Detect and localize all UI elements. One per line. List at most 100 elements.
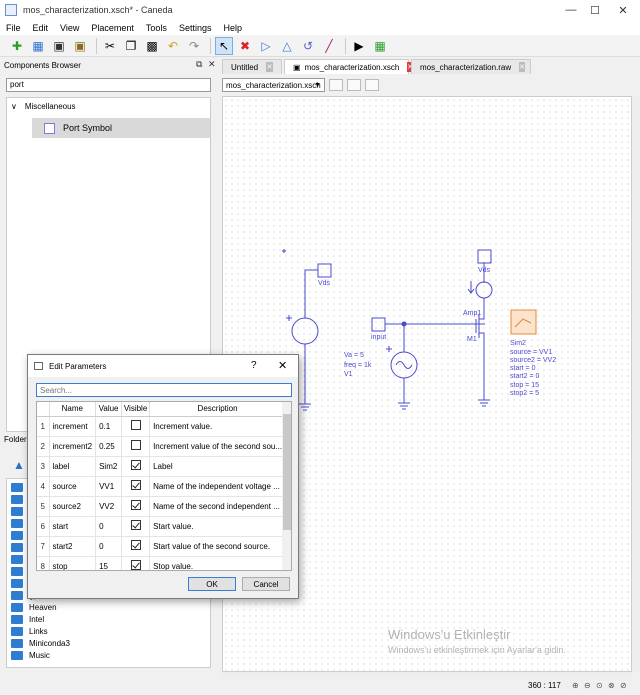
open-folder-icon[interactable]: ▦ — [29, 37, 47, 55]
param-value-cell[interactable]: 0.25 — [95, 436, 123, 457]
param-name-cell[interactable]: label — [49, 456, 97, 477]
copy-icon[interactable]: ❐ — [122, 37, 140, 55]
param-description-cell[interactable]: Label — [149, 456, 287, 477]
undo-icon[interactable]: ↶ — [164, 37, 182, 55]
column-header-name[interactable]: Name — [49, 402, 97, 417]
menu-edit[interactable]: Edit — [33, 23, 49, 33]
tab-untitled[interactable]: Untitled ✕ — [222, 59, 282, 74]
save-icon[interactable]: ▣ — [50, 37, 68, 55]
param-value-cell[interactable]: VV2 — [95, 496, 123, 517]
list-item[interactable]: Heaven — [11, 603, 57, 612]
tree-item-port-symbol[interactable]: Port Symbol — [32, 118, 210, 138]
list-item[interactable]: Miniconda3 — [11, 639, 70, 648]
param-name-cell[interactable]: stop — [49, 556, 97, 570]
table-row[interactable]: 1 increment 0.1 Increment value. — [37, 416, 287, 437]
folder-up-icon[interactable]: ▲ — [10, 456, 28, 474]
table-row[interactable]: 7 start2 0 Start value of the second source… — [37, 536, 287, 557]
visible-checkbox[interactable] — [130, 500, 141, 510]
split-vertical-icon[interactable] — [347, 79, 361, 91]
redo-icon[interactable]: ↷ — [185, 37, 203, 55]
tab-mos-characterization-xsch[interactable]: ▣mos_characterization.xsch✕ — [284, 59, 414, 74]
param-value-cell[interactable]: 0.1 — [95, 416, 123, 437]
param-name-cell[interactable]: start2 — [49, 536, 97, 557]
menu-view[interactable]: View — [60, 23, 79, 33]
param-name-cell[interactable]: increment2 — [49, 436, 97, 457]
mirror-y-icon[interactable]: △ — [278, 37, 296, 55]
close-panel-icon[interactable]: ✕ — [208, 59, 216, 70]
ok-button[interactable]: OK — [188, 577, 236, 591]
param-value-cell[interactable]: 0 — [95, 516, 123, 537]
visible-checkbox[interactable] — [130, 440, 141, 450]
new-file-icon[interactable]: ✚ — [8, 37, 26, 55]
table-row[interactable]: 8 stop 15 Stop value. — [37, 556, 287, 570]
save-as-icon[interactable]: ▣ — [71, 37, 89, 55]
table-row[interactable]: 3 label Sim2 Label — [37, 456, 287, 477]
table-scrollbar[interactable] — [282, 402, 291, 570]
param-description-cell[interactable]: Start value of the second source. — [149, 536, 287, 557]
split-horizontal-icon[interactable] — [329, 79, 343, 91]
table-row[interactable]: 5 source2 VV2 Name of the second independen… — [37, 496, 287, 517]
zoom-in-icon[interactable]: ⊕ — [572, 681, 579, 690]
open-waveform-icon[interactable]: ▦ — [371, 37, 389, 55]
menu-help[interactable]: Help — [223, 23, 242, 33]
visible-checkbox[interactable] — [130, 460, 141, 470]
param-description-cell[interactable]: Name of the second independent ... — [149, 496, 287, 517]
table-row[interactable]: 4 source VV1 Name of the independent voltag… — [37, 476, 287, 497]
file-select[interactable]: mos_characterization.xsch ▼ — [222, 78, 325, 92]
cut-icon[interactable]: ✂ — [101, 37, 119, 55]
param-name-cell[interactable]: source — [49, 476, 97, 497]
close-tab-icon[interactable]: ✕ — [519, 62, 526, 72]
parameter-search-input[interactable] — [36, 383, 292, 397]
wire-icon[interactable]: ╱ — [320, 37, 338, 55]
close-split-icon[interactable] — [365, 79, 379, 91]
column-header-description[interactable]: Description — [149, 402, 287, 417]
column-header-value[interactable]: Value — [95, 402, 123, 417]
param-description-cell[interactable]: Name of the independent voltage ... — [149, 476, 287, 497]
param-name-cell[interactable]: start — [49, 516, 97, 537]
help-button[interactable]: ? — [251, 360, 257, 371]
close-window-button[interactable]: ✕ — [600, 0, 640, 20]
visible-checkbox[interactable] — [130, 480, 141, 490]
visible-checkbox[interactable] — [130, 540, 141, 550]
param-value-cell[interactable]: Sim2 — [95, 456, 123, 477]
zoom-reset-icon[interactable]: ⊗ — [608, 681, 615, 690]
simulate-icon[interactable]: ▶ — [350, 37, 368, 55]
chevron-down-icon[interactable]: ∨ — [11, 102, 17, 111]
param-name-cell[interactable]: source2 — [49, 496, 97, 517]
visible-checkbox[interactable] — [130, 560, 141, 570]
vertical-scrollbar[interactable] — [632, 96, 640, 672]
tab-mos-characterization-raw[interactable]: mos_characterization.raw ✕ — [411, 59, 531, 74]
table-row[interactable]: 2 increment2 0.25 Increment value of the se… — [37, 436, 287, 457]
visible-checkbox[interactable] — [130, 520, 141, 530]
mirror-x-icon[interactable]: ▷ — [257, 37, 275, 55]
visible-checkbox[interactable] — [130, 420, 141, 430]
menu-tools[interactable]: Tools — [146, 23, 167, 33]
param-value-cell[interactable]: 15 — [95, 556, 123, 570]
close-icon[interactable]: ✕ — [278, 359, 287, 372]
rotate-icon[interactable]: ↺ — [299, 37, 317, 55]
param-description-cell[interactable]: Increment value of the second sou... — [149, 436, 287, 457]
scrollbar-thumb[interactable] — [283, 414, 291, 530]
zoom-fit-icon[interactable]: ⊙ — [596, 681, 603, 690]
cancel-button[interactable]: Cancel — [242, 577, 290, 591]
param-description-cell[interactable]: Increment value. — [149, 416, 287, 437]
paste-icon[interactable]: ▩ — [143, 37, 161, 55]
param-description-cell[interactable]: Stop value. — [149, 556, 287, 570]
close-tab-icon[interactable]: ✕ — [266, 62, 273, 72]
param-description-cell[interactable]: Start value. — [149, 516, 287, 537]
column-header-visible[interactable]: Visible — [121, 402, 151, 417]
zoom-out-icon[interactable]: ⊖ — [584, 681, 591, 690]
tree-category-miscellaneous[interactable]: ∨ Miscellaneous — [11, 102, 76, 111]
menu-file[interactable]: File — [6, 23, 21, 33]
table-row[interactable]: 6 start 0 Start value. — [37, 516, 287, 537]
param-value-cell[interactable]: VV1 — [95, 476, 123, 497]
select-pointer-icon[interactable]: ↖ — [215, 36, 233, 55]
list-item[interactable]: Links — [11, 627, 48, 636]
component-search-input[interactable]: port — [6, 78, 211, 92]
menu-settings[interactable]: Settings — [179, 23, 212, 33]
menu-placement[interactable]: Placement — [91, 23, 134, 33]
delete-icon[interactable]: ✖ — [236, 37, 254, 55]
list-item[interactable]: Music — [11, 651, 50, 660]
zoom-area-icon[interactable]: ⊘ — [620, 681, 627, 690]
float-panel-icon[interactable]: ⧉ — [196, 59, 202, 70]
